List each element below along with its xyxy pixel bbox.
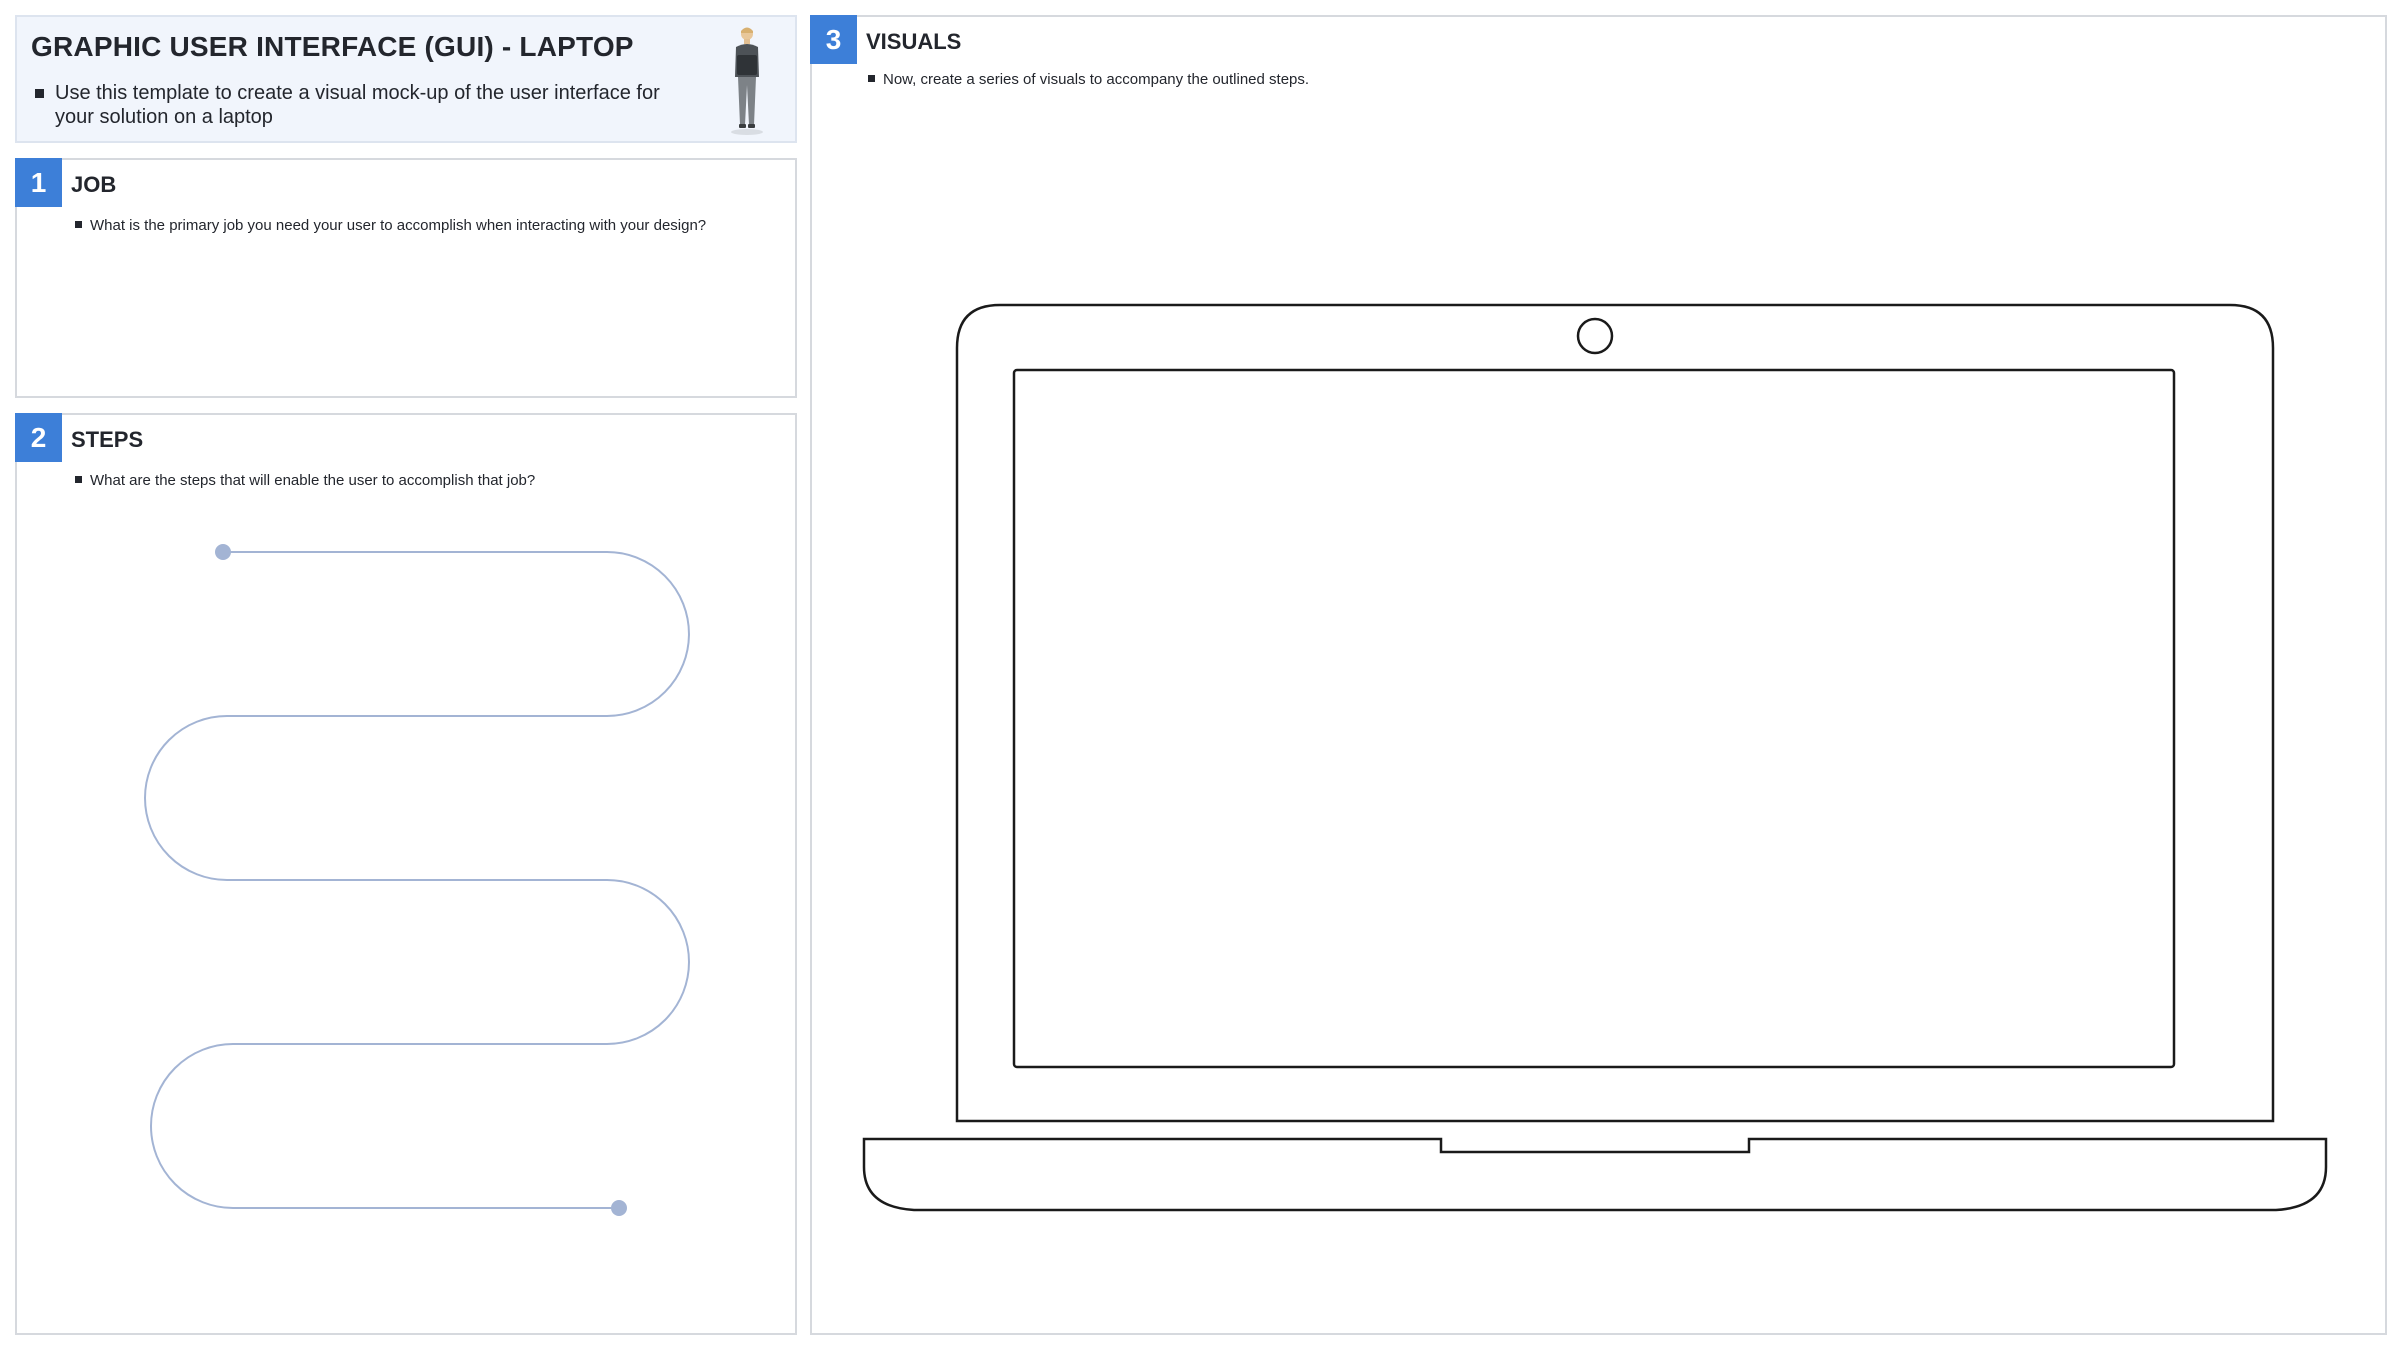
visuals-panel: 3 VISUALS Now, create a series of visual… — [810, 15, 2387, 1335]
person-holding-laptop-icon — [731, 27, 763, 135]
steps-path-diagram — [144, 544, 690, 1216]
intro-text: Use this template to create a visual moc… — [55, 82, 660, 128]
steps-start-dot — [215, 544, 231, 560]
job-panel: 1 JOB What is the primary job you need y… — [15, 158, 797, 398]
steps-end-dot — [611, 1200, 627, 1216]
square-bullet-icon — [35, 89, 44, 98]
page-title: GRAPHIC USER INTERFACE (GUI) - LAPTOP — [31, 31, 634, 62]
laptop-outline-icon — [862, 303, 2328, 1212]
square-bullet-icon — [75, 221, 82, 228]
laptop-base-outline — [862, 1137, 2328, 1212]
section-prompt: What is the primary job you need your us… — [75, 216, 765, 235]
section-prompt-text: What is the primary job you need your us… — [90, 217, 707, 234]
section-number-badge: 1 — [15, 158, 62, 207]
title-panel: GRAPHIC USER INTERFACE (GUI) - LAPTOP Us… — [15, 15, 797, 143]
steps-winding-path — [144, 551, 690, 1209]
steps-panel: 2 STEPS What are the steps that will ena… — [15, 413, 797, 1335]
section-title: JOB — [71, 172, 117, 197]
laptop-screen-area[interactable] — [1012, 368, 2176, 1069]
intro-text-block: Use this template to create a visual moc… — [35, 81, 675, 129]
